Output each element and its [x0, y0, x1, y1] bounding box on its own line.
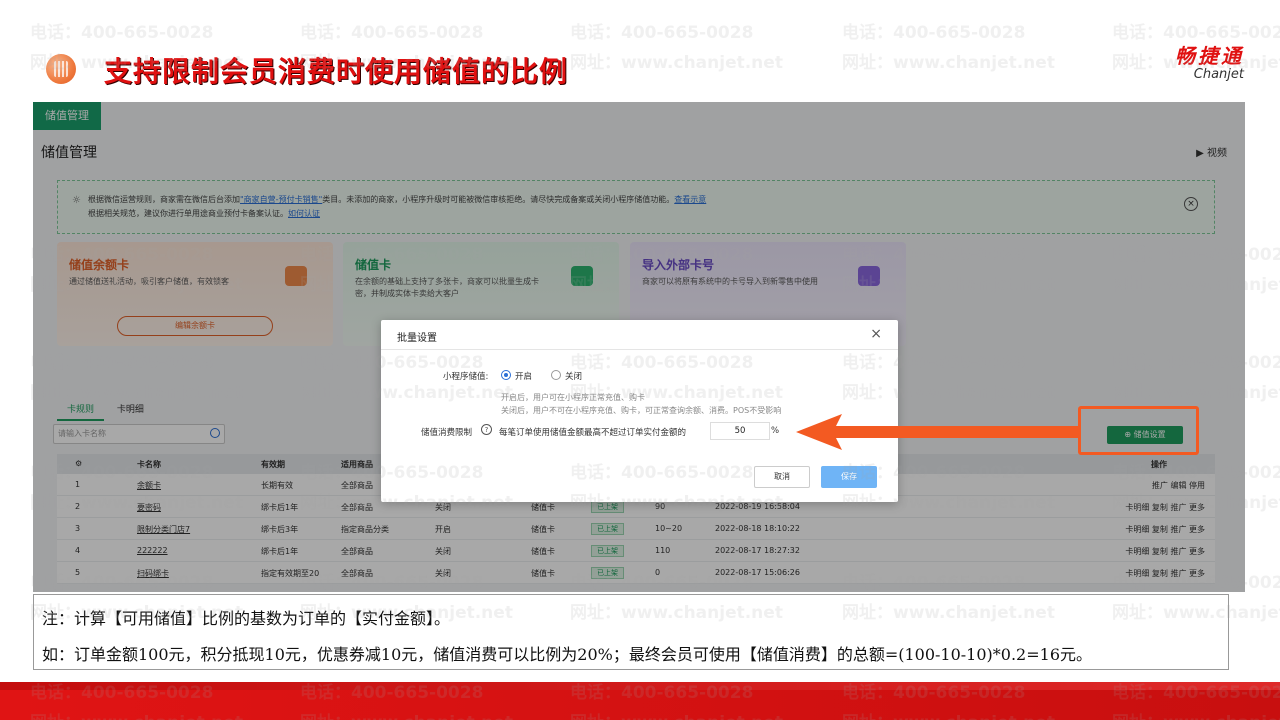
hint-on: 开启后，用户可在小程序正常充值、购卡	[501, 393, 645, 402]
note-line-1: 注：计算【可用储值】比例的基数为订单的【实付金额】。	[42, 609, 451, 628]
title-bullet-icon	[46, 54, 76, 84]
brand-logo: 畅捷通 Chanjet	[1175, 40, 1244, 82]
arrow-shape	[796, 414, 1080, 450]
radio-off[interactable]	[551, 370, 561, 380]
annotation-arrow	[796, 414, 1080, 450]
radio-off-label[interactable]: 关闭	[565, 370, 582, 382]
brand-name-cn: 畅捷通	[1175, 44, 1244, 68]
miniprogram-stored-value-label: 小程序储值:	[443, 372, 489, 382]
brand-name-en: Chanjet	[1193, 67, 1244, 82]
consumption-limit-text: 每笔订单使用储值金额最高不超过订单实付金额的	[499, 428, 687, 438]
cancel-button[interactable]: 取消	[754, 466, 810, 488]
dialog-divider	[381, 349, 898, 350]
batch-settings-dialog: 批量设置 × 小程序储值: 开启 关闭 开启后，用户可在小程序正常充值、购卡 关…	[381, 320, 898, 502]
radio-on-label[interactable]: 开启	[515, 370, 532, 382]
consumption-limit-label: 储值消费限制	[421, 428, 473, 438]
bottom-band	[0, 682, 1280, 720]
percent-input[interactable]: 50	[710, 422, 770, 440]
radio-on[interactable]	[501, 370, 511, 380]
watermark-site: 网址：www.chanjet.net	[842, 53, 1055, 73]
help-icon[interactable]: ?	[481, 424, 492, 435]
note-box: 注：计算【可用储值】比例的基数为订单的【实付金额】。 如：订单金额100元，积分…	[33, 594, 1229, 670]
close-icon[interactable]: ×	[870, 326, 882, 342]
watermark-site: 网址：www.chanjet.net	[570, 53, 783, 73]
watermark-phone: 电话：400-665-0028	[570, 23, 754, 43]
percent-sign: %	[771, 426, 780, 436]
save-button[interactable]: 保存	[821, 466, 877, 488]
highlight-box	[1078, 406, 1199, 455]
slide: 支持限制会员消费时使用储值的比例 畅捷通 Chanjet 储值管理 储值管理 ▶…	[0, 0, 1280, 720]
watermark-phone: 电话：400-665-0028	[300, 23, 484, 43]
slide-title: 支持限制会员消费时使用储值的比例	[104, 55, 569, 88]
dialog-title: 批量设置	[397, 333, 437, 344]
hint-off: 关闭后，用户不可在小程序充值、购卡，可正常查询余额、消费。POS不受影响	[501, 406, 782, 415]
note-line-2: 如：订单金额100元，积分抵现10元，优惠券减10元，储值消费可以比例为20%；…	[42, 645, 1092, 664]
watermark-phone: 电话：400-665-0028	[30, 23, 214, 43]
watermark-phone: 电话：400-665-0028	[842, 23, 1026, 43]
